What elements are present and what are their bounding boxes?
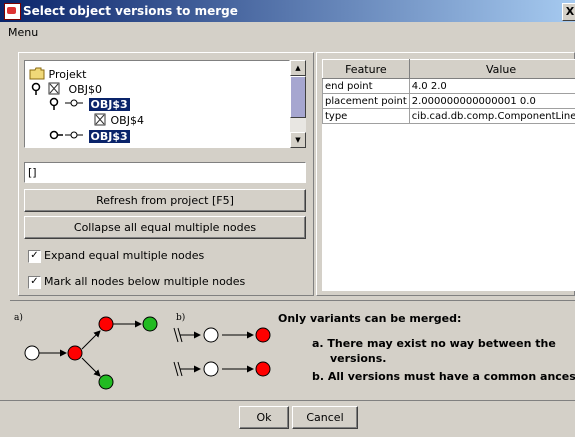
object-tree[interactable]: Projekt OBJ$0 OBJ$3 OBJ$4 OBJ$3 (24, 60, 290, 148)
mark-nodes-label: Mark all nodes below multiple nodes (44, 275, 246, 288)
expand-toggle-icon[interactable] (49, 97, 85, 110)
filter-input[interactable]: [] (24, 162, 306, 183)
tree-node-root[interactable]: Projekt (29, 67, 86, 81)
table-cell: type (322, 108, 410, 124)
tree-node-selected[interactable]: OBJ$3 (49, 97, 130, 111)
tree-node-label: OBJ$3 (88, 130, 130, 143)
column-header-value[interactable]: Value (408, 59, 575, 79)
feature-table: Feature Value end point 4.0 2.0 placemen… (322, 59, 575, 124)
table-cell: placement point (322, 93, 410, 109)
tree-scrollbar[interactable]: ▲ ▼ (290, 60, 306, 148)
title-bar: Select object versions to merge X (0, 0, 575, 22)
close-button[interactable]: X (562, 3, 575, 21)
diagram-b-label: b) (176, 312, 185, 323)
diagram-a-label: a) (14, 312, 23, 323)
expand-equal-label: Expand equal multiple nodes (44, 249, 205, 262)
divider (0, 400, 575, 401)
version-node-icon (98, 316, 114, 332)
window-title: Select object versions to merge (23, 4, 238, 18)
scroll-up-icon[interactable]: ▲ (290, 60, 306, 76)
mark-nodes-checkbox[interactable]: ✓ (28, 276, 41, 289)
table-cell: end point (322, 78, 410, 94)
table-row[interactable]: end point 4.0 2.0 (322, 78, 575, 94)
merge-diagram: a) b) (14, 312, 271, 390)
expand-toggle-icon[interactable] (31, 82, 65, 95)
app-icon (4, 3, 21, 20)
version-node-icon (255, 361, 271, 377)
tree-node[interactable]: OBJ$0 (31, 82, 102, 96)
menu-item-menu[interactable]: Menu (8, 26, 38, 39)
folder-icon (29, 67, 45, 80)
version-node-icon (24, 345, 40, 361)
table-cell: cib.cad.db.comp.ComponentLine2D (408, 108, 575, 124)
table-row[interactable]: placement point 2.000000000000001 0.0 (322, 93, 575, 109)
column-header-feature[interactable]: Feature (322, 59, 410, 79)
info-heading: Only variants can be merged: (278, 312, 462, 325)
version-node-icon (255, 327, 271, 343)
expand-equal-checkbox[interactable]: ✓ (28, 250, 41, 263)
collapse-button[interactable]: Collapse all equal multiple nodes (24, 216, 306, 239)
table-header-row: Feature Value (322, 59, 575, 79)
expand-toggle-icon[interactable] (49, 129, 85, 142)
table-cell: 2.000000000000001 0.0 (408, 93, 575, 109)
tree-node-selected[interactable]: OBJ$3 (49, 129, 130, 143)
version-node-icon (142, 316, 158, 332)
table-cell: 4.0 2.0 (408, 78, 575, 94)
menu-bar: Menu (0, 22, 575, 42)
tree-node-label: Projekt (48, 68, 87, 81)
info-line-a2: versions. (330, 352, 387, 365)
version-node-icon (203, 361, 219, 377)
info-line-b: b. All versions must have a common ances… (312, 370, 575, 383)
ok-button[interactable]: Ok (239, 406, 289, 429)
object-icon (94, 113, 106, 126)
cancel-button[interactable]: Cancel (292, 406, 358, 429)
table-row[interactable]: type cib.cad.db.comp.ComponentLine2D (322, 108, 575, 124)
version-node-icon (98, 374, 114, 390)
scroll-thumb[interactable] (290, 76, 306, 118)
refresh-button[interactable]: Refresh from project [F5] (24, 189, 306, 212)
scroll-down-icon[interactable]: ▼ (290, 132, 306, 148)
tree-node-label: OBJ$4 (110, 114, 144, 127)
tree-node[interactable]: OBJ$4 (93, 113, 144, 127)
tree-node-label: OBJ$3 (88, 98, 130, 111)
version-node-icon (203, 327, 219, 343)
tree-node-label: OBJ$0 (68, 83, 102, 96)
info-line-a1: a. There may exist no way between the (312, 337, 556, 350)
version-node-icon (67, 345, 83, 361)
